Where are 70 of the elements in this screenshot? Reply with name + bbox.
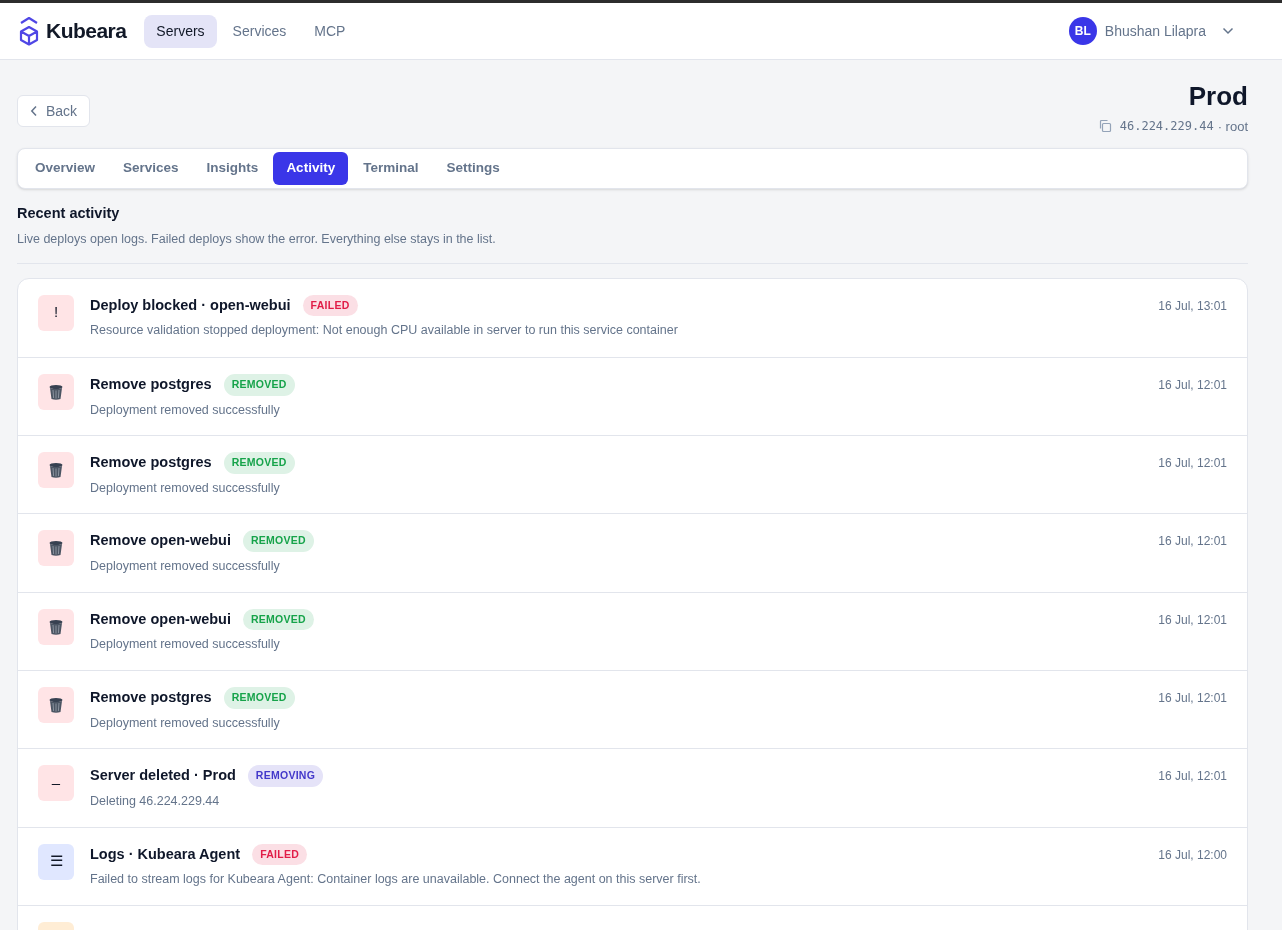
status-glyph: ☰ bbox=[49, 851, 63, 872]
server-name: Prod bbox=[1188, 80, 1248, 113]
nav-item[interactable]: Services bbox=[220, 14, 299, 48]
activity-time: 16 Jul, 12:01 bbox=[1158, 768, 1227, 786]
activity-title: Server deleted · Prod bbox=[90, 766, 236, 786]
activity-title: Remove open-webui bbox=[90, 609, 231, 629]
activity-time: 16 Jul, 12:01 bbox=[1158, 533, 1227, 551]
status-badge: FAILED bbox=[302, 294, 358, 317]
server-address: 46.224.229.44 bbox=[1119, 118, 1214, 136]
status-glyph: ! bbox=[53, 302, 59, 323]
activity-title: Remove postgres bbox=[90, 688, 212, 707]
status-badge: FAILED bbox=[252, 843, 308, 866]
activity-message: Deployment removed successfully bbox=[90, 636, 281, 654]
tab[interactable]: Settings bbox=[433, 152, 513, 185]
activity-message: Resource validation stopped deployment: Not enough CPU available in server to run this service container bbox=[90, 322, 679, 340]
trash-icon bbox=[49, 462, 63, 479]
nav-item[interactable]: Servers bbox=[144, 14, 217, 48]
activity-row[interactable]: ! Deploy blocked · open-webui FAILED Resource validation stopped deployment: Not enough CPU available in server to run this service container 16 Jul, 13:01 bbox=[18, 278, 1247, 357]
back-button[interactable]: Back bbox=[17, 95, 91, 127]
trash-icon bbox=[49, 540, 63, 557]
activity-row[interactable]: Remove postgres REMOVED Deployment removed successfully 16 Jul, 12:01 bbox=[18, 356, 1247, 436]
activity-time: 16 Jul, 12:01 bbox=[1158, 455, 1227, 473]
activity-message: Deployment removed successfully bbox=[90, 558, 281, 576]
brand-name: Kubeara bbox=[46, 18, 127, 45]
user-name[interactable]: Bhushan Lilapra bbox=[1104, 20, 1206, 42]
status-badge: REMOVED bbox=[223, 373, 295, 396]
activity-title: Deploy blocked · open-webui bbox=[90, 295, 291, 315]
activity-row[interactable]: Remove postgres REMOVED Deployment removed successfully 16 Jul, 12:01 bbox=[18, 670, 1247, 749]
activity-row[interactable]: Remove open-webui REMOVED Deployment removed successfully 16 Jul, 12:01 bbox=[18, 513, 1247, 592]
tab[interactable]: Services bbox=[110, 152, 192, 185]
activity-title: Logs · Kubeara Agent bbox=[90, 844, 241, 864]
activity-message: Deployment removed successfully bbox=[90, 401, 281, 419]
server-user: · root bbox=[1217, 117, 1248, 136]
activity-time: 16 Jul, 13:01 bbox=[1158, 297, 1227, 315]
activity-time: 16 Jul, 12:01 bbox=[1158, 376, 1227, 394]
trash-icon bbox=[49, 383, 63, 400]
section-title: Recent activity bbox=[17, 204, 121, 223]
activity-row[interactable]: ☰ Logs · Kubeara Agent FAILED Failed to stream logs for Kubeara Agent: Container logs are unavailable. Connect the agent on this server first. 16 Jul, 12:00 bbox=[18, 826, 1247, 905]
activity-row[interactable]: Remove open-webui REMOVED Deployment removed successfully 16 Jul, 12:01 bbox=[18, 591, 1247, 670]
activity-message: Failed to stream logs for Kubeara Agent: Container logs are unavailable. Connect the agent on this server first. bbox=[90, 871, 702, 889]
activity-row[interactable]: Remove postgres REMOVED Deployment removed successfully 16 Jul, 12:01 bbox=[18, 435, 1247, 514]
activity-time: 16 Jul, 12:00 bbox=[1158, 846, 1227, 864]
activity-message: Deleting 46.224.229.44 bbox=[90, 793, 221, 811]
copy-icon[interactable] bbox=[1097, 119, 1112, 134]
status-badge: REMOVED bbox=[223, 687, 295, 709]
chevron-left-icon bbox=[30, 105, 38, 117]
trash-icon bbox=[49, 618, 63, 635]
chevron-down-icon[interactable] bbox=[1222, 27, 1234, 35]
activity-message: Deployment removed successfully bbox=[90, 714, 281, 732]
trash-icon bbox=[49, 697, 63, 713]
cube-logo-icon bbox=[18, 16, 40, 46]
status-badge: REMOVED bbox=[243, 608, 314, 631]
activity-row[interactable]: – Server deleted · Prod REMOVING Deleting 46.224.229.44 16 Jul, 12:01 bbox=[18, 748, 1247, 827]
user-avatar: BL bbox=[1068, 17, 1097, 45]
status-glyph: – bbox=[51, 773, 61, 794]
tab[interactable]: Overview bbox=[22, 152, 109, 185]
status-badge: REMOVED bbox=[243, 530, 314, 553]
activity-title: Remove postgres bbox=[90, 374, 212, 394]
status-badge: REMOVING bbox=[247, 765, 324, 788]
activity-time: 16 Jul, 12:01 bbox=[1158, 611, 1227, 629]
activity-title: Remove open-webui bbox=[90, 531, 231, 551]
tab[interactable]: Terminal bbox=[350, 152, 432, 185]
activity-time: 16 Jul, 12:01 bbox=[1158, 690, 1227, 707]
activity-message: Deployment removed successfully bbox=[90, 479, 281, 497]
status-badge: REMOVED bbox=[223, 452, 295, 474]
tab[interactable]: Insights bbox=[193, 152, 272, 185]
activity-title: Remove postgres bbox=[90, 453, 212, 473]
tab[interactable]: Activity bbox=[273, 152, 349, 185]
section-description: Live deploys open logs. Failed deploys show the error. Everything else stays in the list. bbox=[17, 230, 497, 248]
nav-item[interactable]: MCP bbox=[302, 14, 358, 48]
